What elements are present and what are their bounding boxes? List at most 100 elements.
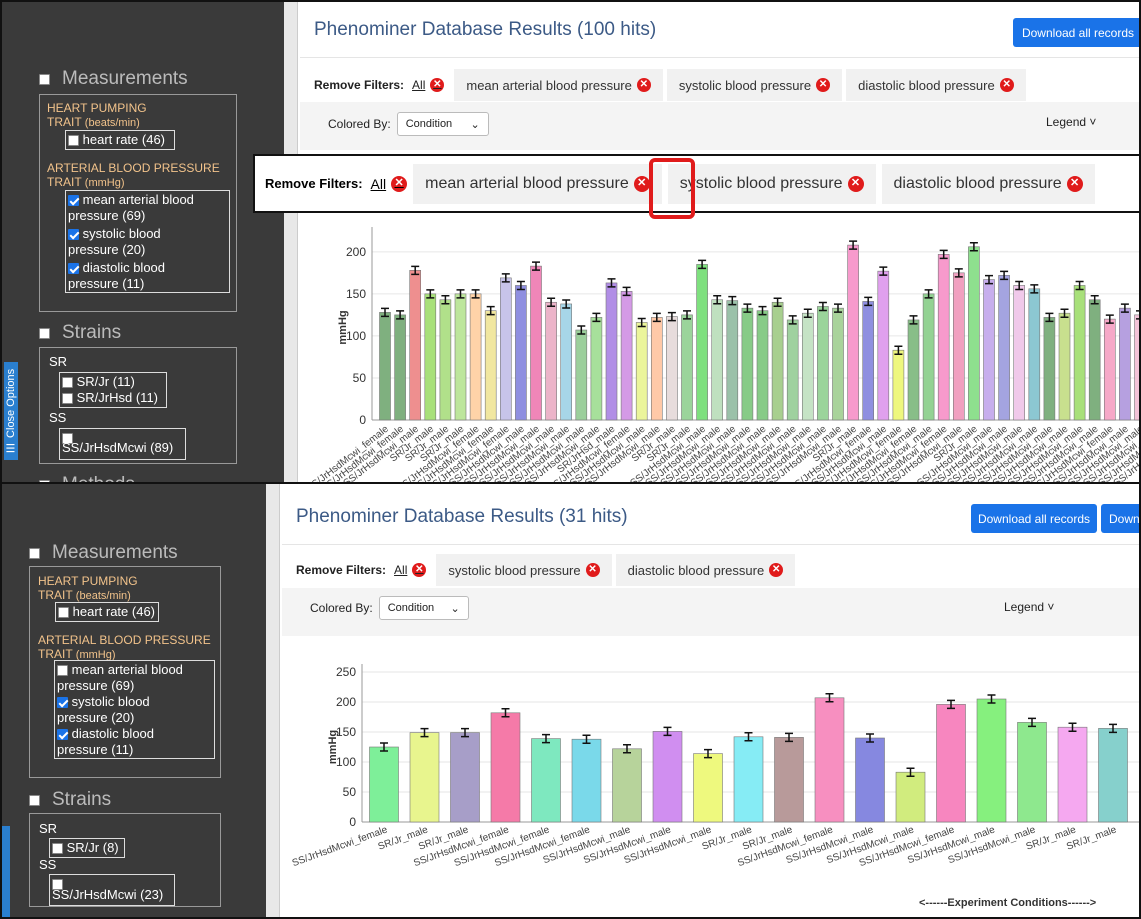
- bar[interactable]: [711, 299, 724, 421]
- bar[interactable]: [531, 738, 561, 823]
- sbp-option[interactable]: systolic blood pressure (20): [57, 694, 212, 726]
- map-option[interactable]: mean arterial blood pressure (69): [68, 192, 227, 224]
- measurements-checkbox[interactable]: [39, 73, 50, 85]
- scroll-gutter[interactable]: [266, 484, 280, 917]
- bar[interactable]: [895, 771, 926, 823]
- remove-all-icon[interactable]: ✕: [412, 563, 427, 577]
- heart-rate-checkbox[interactable]: [58, 607, 69, 619]
- bar[interactable]: [1073, 285, 1086, 421]
- bar[interactable]: [515, 285, 527, 421]
- map-checkbox[interactable]: [57, 665, 68, 677]
- bar[interactable]: [862, 301, 875, 421]
- bar[interactable]: [1013, 285, 1026, 421]
- bar[interactable]: [635, 322, 648, 421]
- colored-by-select[interactable]: Condition ⌄: [396, 112, 489, 136]
- srjrhsd-checkbox[interactable]: [62, 393, 73, 405]
- bar[interactable]: [814, 697, 845, 823]
- bar[interactable]: [771, 301, 784, 421]
- remove-filter-icon[interactable]: ✕: [999, 78, 1014, 92]
- bar[interactable]: [1028, 288, 1041, 421]
- strains-checkbox[interactable]: [39, 327, 50, 339]
- bar[interactable]: [922, 293, 935, 421]
- sbp-option[interactable]: systolic blood pressure (20): [68, 226, 227, 258]
- bar[interactable]: [756, 310, 769, 421]
- bar[interactable]: [1119, 307, 1131, 421]
- srjr-checkbox[interactable]: [52, 843, 63, 855]
- bar[interactable]: [733, 736, 764, 823]
- download-all-button[interactable]: Download all records: [971, 504, 1097, 533]
- bar[interactable]: [786, 319, 799, 421]
- bar[interactable]: [379, 312, 391, 421]
- remove-filter-icon[interactable]: ✕: [585, 563, 600, 577]
- srjr-checkbox[interactable]: [62, 377, 73, 389]
- bar[interactable]: [500, 277, 512, 421]
- bar[interactable]: [907, 319, 920, 421]
- bar[interactable]: [892, 349, 905, 421]
- strains-header[interactable]: Strains: [29, 789, 111, 811]
- bar[interactable]: [409, 732, 440, 823]
- dbp-checkbox[interactable]: [57, 729, 68, 741]
- measurements-header[interactable]: Measurements: [29, 542, 178, 564]
- colored-by-select[interactable]: Condition ⌄: [378, 596, 469, 620]
- bar[interactable]: [1043, 317, 1056, 421]
- bar[interactable]: [1134, 314, 1141, 421]
- ssjr-option[interactable]: SS/JrHsdMcwi (89): [59, 428, 186, 460]
- dbp-option[interactable]: diastolic blood pressure (11): [68, 260, 227, 292]
- bar[interactable]: [801, 312, 814, 421]
- srjr-option[interactable]: SR/Jr (8): [49, 838, 125, 858]
- bar[interactable]: [590, 317, 603, 421]
- bar[interactable]: [571, 738, 602, 823]
- remove-filter-icon[interactable]: ✕: [816, 78, 831, 92]
- zoom-remove-all-link[interactable]: All ✕: [371, 175, 408, 192]
- remove-all-link[interactable]: All ✕: [394, 563, 427, 577]
- bar[interactable]: [832, 307, 844, 421]
- bar[interactable]: [1017, 722, 1047, 823]
- bar[interactable]: [620, 291, 633, 421]
- bar[interactable]: [855, 737, 885, 823]
- ssjr-option[interactable]: SS/JrHsdMcwi (23): [49, 874, 175, 906]
- close-options-tab[interactable]: ☰ Close Options: [4, 362, 18, 460]
- measurements-header[interactable]: Measurements: [39, 68, 188, 90]
- bar[interactable]: [681, 314, 693, 421]
- bar[interactable]: [490, 712, 521, 823]
- download-all-button[interactable]: Download all records: [1013, 18, 1139, 47]
- close-options-tab[interactable]: [2, 826, 10, 917]
- bar[interactable]: [998, 275, 1010, 421]
- sbp-checkbox[interactable]: [68, 229, 79, 241]
- legend-toggle[interactable]: Legend ˅: [1046, 115, 1096, 129]
- remove-filter-icon[interactable]: ✕: [847, 175, 864, 192]
- bar[interactable]: [1057, 726, 1088, 823]
- bar[interactable]: [741, 307, 754, 421]
- remove-filter-icon[interactable]: ✕: [636, 78, 651, 92]
- srjrhsd-option[interactable]: SR/JrHsd (11): [62, 390, 164, 406]
- bar[interactable]: [450, 732, 480, 823]
- bar[interactable]: [652, 731, 683, 823]
- bar[interactable]: [469, 293, 482, 421]
- bar[interactable]: [369, 746, 399, 823]
- bar[interactable]: [439, 299, 452, 421]
- remove-filter-icon[interactable]: ✕: [769, 563, 784, 577]
- bar[interactable]: [409, 270, 421, 421]
- bar[interactable]: [693, 753, 723, 823]
- remove-filter-icon[interactable]: ✕: [1066, 175, 1083, 192]
- bar[interactable]: [394, 314, 406, 421]
- measurements-checkbox[interactable]: [29, 547, 40, 559]
- bar[interactable]: [1103, 318, 1116, 421]
- bar[interactable]: [877, 270, 890, 421]
- bar[interactable]: [952, 272, 965, 421]
- heart-rate-checkbox[interactable]: [68, 135, 79, 147]
- bar[interactable]: [1088, 299, 1101, 421]
- bar[interactable]: [545, 301, 557, 421]
- bar[interactable]: [560, 303, 573, 421]
- bar[interactable]: [774, 737, 804, 823]
- bar[interactable]: [612, 748, 642, 823]
- bar[interactable]: [983, 279, 995, 421]
- dbp-option[interactable]: diastolic blood pressure (11): [57, 726, 212, 758]
- bar[interactable]: [424, 293, 437, 421]
- strains-header[interactable]: Strains: [39, 322, 121, 344]
- bar[interactable]: [575, 329, 588, 421]
- strains-checkbox[interactable]: [29, 794, 40, 806]
- bar[interactable]: [968, 246, 980, 421]
- remove-filter-icon[interactable]: ✕: [633, 175, 650, 192]
- bar[interactable]: [454, 293, 467, 421]
